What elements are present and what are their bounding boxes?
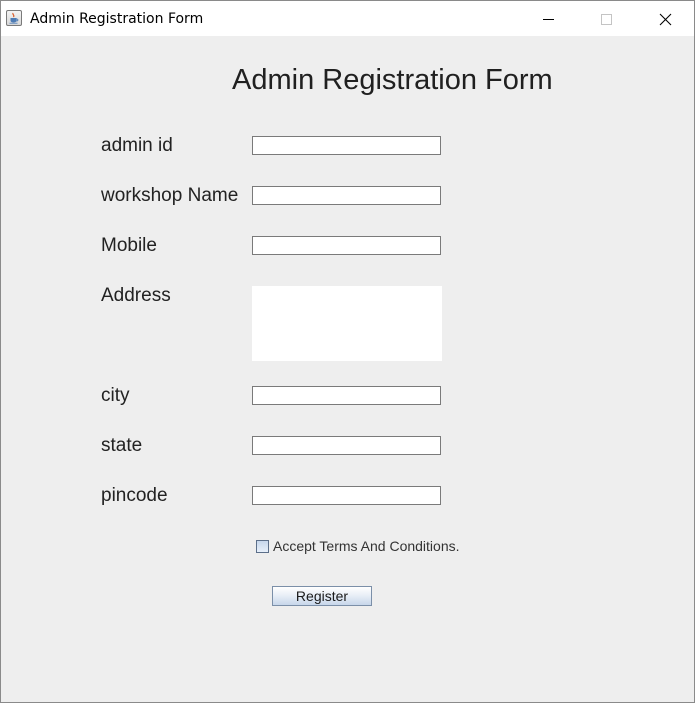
title-bar[interactable]: Admin Registration Form <box>1 1 694 36</box>
maximize-icon <box>601 14 612 25</box>
app-window: Admin Registration Form Admin Registrati… <box>0 0 695 703</box>
form-title: Admin Registration Form <box>232 64 553 96</box>
address-textarea[interactable] <box>252 286 442 361</box>
city-label: city <box>101 385 130 406</box>
address-label: Address <box>101 285 171 306</box>
workshop-name-label: workshop Name <box>101 185 239 206</box>
java-cup-icon[interactable] <box>6 10 22 26</box>
mobile-input[interactable] <box>252 236 441 255</box>
form-panel: Admin Registration Form admin id worksho… <box>1 36 694 702</box>
terms-checkbox[interactable] <box>256 540 269 553</box>
window-title: Admin Registration Form <box>30 11 204 27</box>
workshop-name-input[interactable] <box>252 186 441 205</box>
close-icon <box>659 13 672 26</box>
minimize-icon <box>543 19 554 20</box>
pincode-input[interactable] <box>252 486 441 505</box>
state-label: state <box>101 435 143 456</box>
pincode-label: pincode <box>101 485 168 506</box>
mobile-label: Mobile <box>101 235 157 256</box>
maximize-button[interactable] <box>577 1 635 36</box>
admin-id-label: admin id <box>101 135 173 156</box>
register-button[interactable]: Register <box>272 586 372 606</box>
minimize-button[interactable] <box>519 1 577 36</box>
terms-checkbox-label[interactable]: Accept Terms And Conditions. <box>273 538 460 554</box>
state-input[interactable] <box>252 436 441 455</box>
city-input[interactable] <box>252 386 441 405</box>
close-button[interactable] <box>635 1 693 36</box>
admin-id-input[interactable] <box>252 136 441 155</box>
